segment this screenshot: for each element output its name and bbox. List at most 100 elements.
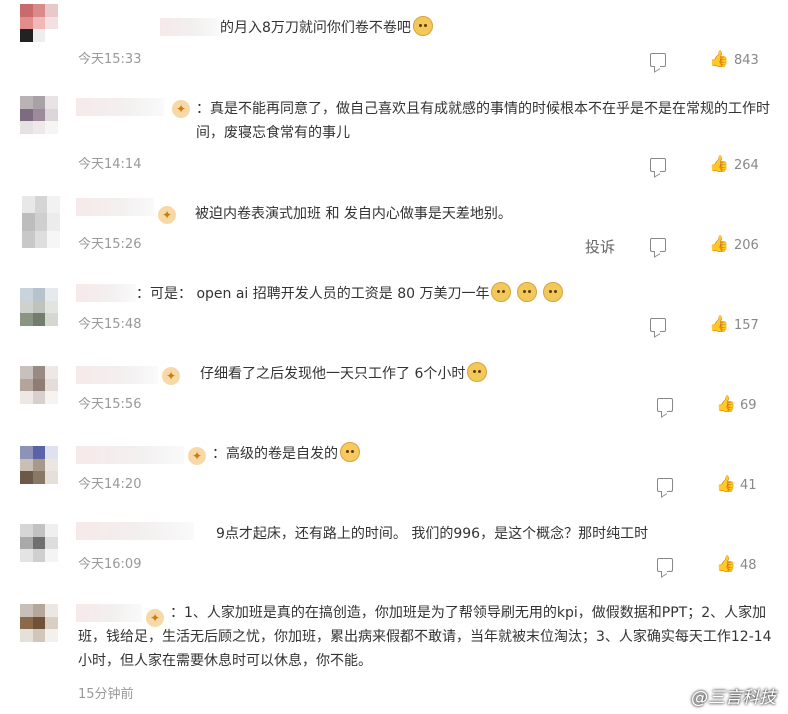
avatar-pixel	[20, 604, 33, 617]
thumbs-up-icon[interactable]: 👍	[716, 556, 736, 572]
report-button[interactable]: 投诉	[585, 236, 615, 257]
avatar-pixel	[45, 4, 58, 17]
avatar-pixel	[20, 549, 33, 562]
avatar[interactable]	[20, 604, 58, 642]
avatar-pixel	[32, 108, 46, 122]
avatar-pixel	[45, 616, 58, 630]
comment-time: 今天14:14	[78, 157, 142, 172]
avatar-pixel	[32, 391, 46, 404]
like-count: 41	[740, 478, 757, 493]
comment-time: 今天16:09	[78, 557, 142, 572]
avatar[interactable]	[20, 288, 58, 326]
reply-icon[interactable]	[650, 238, 666, 252]
avatar-pixel	[45, 29, 58, 42]
username-blurred[interactable]	[76, 284, 136, 302]
comment-time: 今天15:26	[78, 237, 142, 252]
avatar-pixel	[34, 213, 48, 231]
avatar-pixel	[32, 16, 46, 30]
comment-text: 的月入8万刀就问你们卷不卷吧	[220, 16, 433, 40]
doge-emoji	[543, 282, 564, 302]
avatar-pixel	[20, 629, 33, 642]
avatar[interactable]	[20, 524, 58, 562]
avatar[interactable]	[20, 366, 58, 404]
fan-badge-icon: ✦	[188, 447, 206, 465]
avatar-pixel	[45, 300, 58, 314]
avatar-pixel	[45, 549, 58, 562]
avatar-pixel	[32, 524, 46, 537]
avatar-pixel	[20, 108, 33, 122]
thumbs-up-icon[interactable]: 👍	[709, 236, 729, 252]
avatar-pixel	[20, 391, 33, 404]
avatar-pixel	[20, 471, 33, 484]
avatar-pixel	[45, 366, 58, 379]
fan-badge-icon: ✦	[172, 100, 190, 118]
avatar-pixel	[47, 196, 60, 214]
username-blurred[interactable]	[76, 366, 158, 384]
avatar-pixel	[22, 196, 35, 214]
avatar-pixel	[32, 549, 46, 562]
avatar-pixel	[20, 536, 33, 550]
reply-icon[interactable]	[657, 558, 673, 572]
fan-badge-icon: ✦	[162, 367, 180, 385]
thumbs-up-icon[interactable]: 👍	[709, 51, 729, 67]
username-blurred[interactable]	[160, 18, 220, 36]
thumbs-up-icon[interactable]: 👍	[709, 156, 729, 172]
avatar-pixel	[32, 471, 46, 484]
avatar-pixel	[45, 378, 58, 392]
avatar-pixel	[32, 446, 46, 459]
avatar-pixel	[32, 458, 46, 472]
sad-emoji	[340, 442, 360, 462]
avatar-pixel	[47, 213, 60, 231]
avatar-pixel	[47, 230, 60, 248]
avatar-pixel	[20, 446, 33, 459]
avatar-pixel	[45, 629, 58, 642]
username-blurred[interactable]	[76, 198, 154, 216]
avatar[interactable]	[20, 446, 58, 484]
username-blurred[interactable]	[76, 446, 184, 464]
username-blurred[interactable]	[76, 98, 164, 116]
avatar-pixel	[45, 536, 58, 550]
avatar-pixel	[20, 96, 33, 109]
comment-time: 今天15:56	[78, 397, 142, 412]
avatar-pixel	[22, 213, 35, 231]
avatar-pixel	[20, 313, 33, 326]
comment-text: ：高级的卷是自发的	[212, 442, 360, 466]
avatar-pixel	[45, 458, 58, 472]
avatar-pixel	[32, 313, 46, 326]
comment-text: 9点才起床，还有路上的时间。 我们的996，是这个概念？那时纯工时	[216, 526, 649, 542]
thumbs-up-icon[interactable]: 👍	[716, 476, 736, 492]
comment-text: ：1、人家加班是真的在搞创造，你加班是为了帮领导刷无用的kpi，做假数据和PPT…	[78, 605, 772, 669]
avatar[interactable]	[20, 96, 58, 134]
like-count: 206	[734, 238, 759, 253]
avatar-pixel	[32, 378, 46, 392]
avatar-pixel	[20, 378, 33, 392]
avatar[interactable]	[20, 4, 58, 42]
avatar-pixel	[45, 121, 58, 134]
reply-icon[interactable]	[650, 318, 666, 332]
reply-icon[interactable]	[657, 398, 673, 412]
avatar-pixel	[22, 230, 35, 248]
comment-time: 今天15:48	[78, 317, 142, 332]
comment-text: 仔细看了之后发现他一天只工作了 6个小时	[200, 362, 488, 386]
avatar-pixel	[32, 366, 46, 379]
username-blurred[interactable]	[76, 522, 194, 540]
reply-icon[interactable]	[650, 158, 666, 172]
like-count: 843	[734, 53, 759, 68]
avatar-pixel	[20, 288, 33, 301]
avatar-pixel	[45, 108, 58, 122]
doge-emoji	[517, 282, 538, 302]
reply-icon[interactable]	[657, 478, 673, 492]
comment-text: ：可是： open ai 招聘开发人员的工资是 80 万美刀一年	[136, 282, 564, 306]
avatar-pixel	[32, 288, 46, 301]
thumbs-up-icon[interactable]: 👍	[716, 396, 736, 412]
avatar-pixel	[32, 96, 46, 109]
avatar-pixel	[45, 604, 58, 617]
thumbs-up-icon[interactable]: 👍	[709, 316, 729, 332]
avatar-pixel	[20, 366, 33, 379]
reply-icon[interactable]	[650, 53, 666, 67]
avatar[interactable]	[22, 196, 60, 248]
doge-emoji	[412, 16, 433, 36]
avatar-pixel	[20, 4, 33, 17]
comment-text: ：真是不能再同意了，做自己喜欢且有成就感的事情的时候根本不在乎是不是在常规的工作…	[196, 101, 770, 141]
avatar-pixel	[32, 300, 46, 314]
